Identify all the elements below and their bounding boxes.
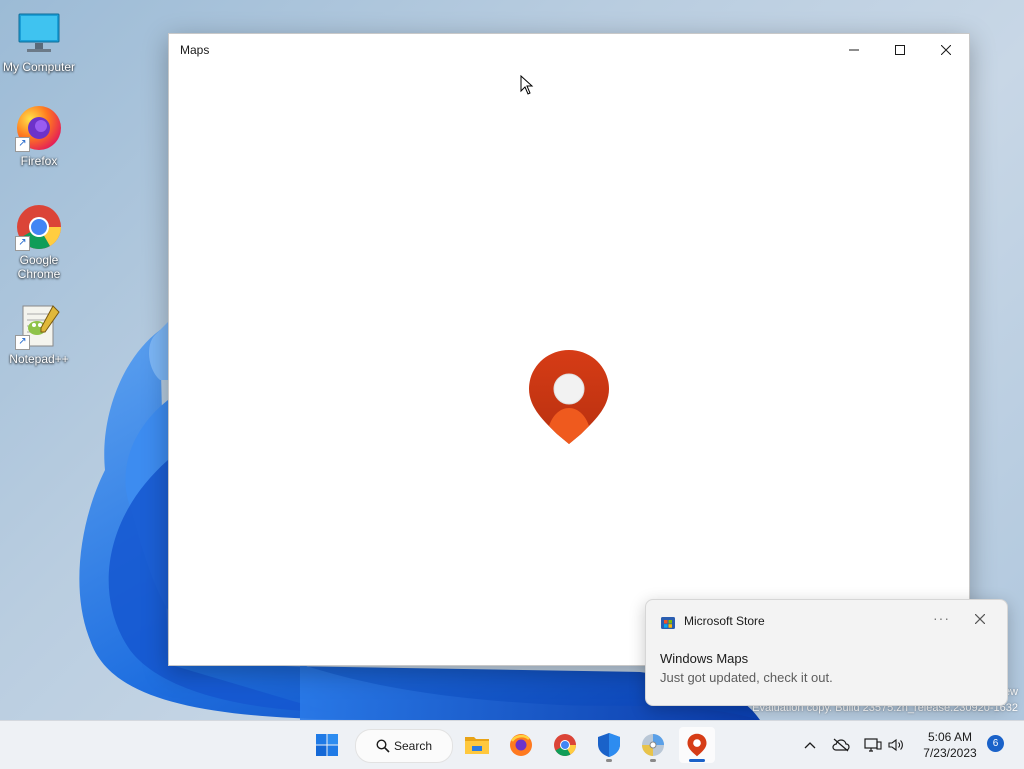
running-indicator — [606, 759, 612, 762]
start-button[interactable] — [309, 727, 345, 763]
windows-logo-icon — [316, 734, 338, 756]
notification-app-name: Microsoft Store — [684, 614, 765, 628]
taskbar: Search 5:06 AM 7/23/2023 — [0, 720, 1024, 769]
desktop-icon-my-computer[interactable]: My Computer — [0, 10, 78, 74]
minimize-button[interactable] — [831, 34, 877, 66]
desktop-icon-label: Notepad++ — [9, 352, 69, 366]
disc-icon — [642, 734, 664, 756]
map-pin-icon — [529, 350, 609, 444]
clock-date: 7/23/2023 — [923, 746, 977, 760]
search-label: Search — [394, 739, 433, 753]
shortcut-arrow-icon: ↗ — [15, 236, 30, 251]
taskbar-maps[interactable] — [679, 727, 715, 763]
search-box[interactable]: Search — [355, 729, 453, 763]
clock-time: 5:06 AM — [927, 730, 973, 744]
volume-button[interactable] — [886, 721, 906, 769]
title-bar[interactable]: Maps — [169, 34, 969, 66]
taskbar-file-explorer[interactable] — [459, 727, 495, 763]
cloud-offline-icon — [832, 738, 850, 752]
shortcut-arrow-icon: ↗ — [15, 137, 30, 152]
desktop-icon-google-chrome[interactable]: ↗ Google Chrome — [0, 203, 78, 281]
chrome-icon: ↗ — [15, 203, 63, 251]
minimize-icon — [849, 49, 859, 51]
active-indicator — [689, 759, 705, 762]
more-options-button[interactable]: ··· — [933, 610, 950, 626]
mouse-cursor-icon — [520, 75, 534, 95]
taskbar-firefox[interactable] — [503, 727, 539, 763]
desktop-icon-label: Firefox — [20, 154, 58, 168]
desktop-icon-label: Google Chrome — [17, 253, 61, 281]
search-icon — [376, 739, 390, 753]
monitor-icon — [864, 738, 882, 752]
desktop-icon-firefox[interactable]: ↗ Firefox — [0, 104, 78, 168]
notification-toast[interactable]: Microsoft Store ··· Windows Maps Just go… — [645, 599, 1008, 706]
notification-body: Just got updated, check it out. — [660, 670, 833, 685]
close-icon — [941, 45, 951, 55]
clock[interactable]: 5:06 AM 7/23/2023 — [912, 729, 988, 761]
notification-headline: Windows Maps — [660, 651, 749, 666]
maps-window[interactable]: Maps — [168, 33, 970, 666]
splash-screen — [169, 66, 969, 665]
taskbar-chrome[interactable] — [547, 727, 583, 763]
window-title: Maps — [180, 43, 210, 57]
maximize-button[interactable] — [877, 34, 923, 66]
close-button[interactable] — [923, 34, 969, 66]
chrome-icon — [554, 734, 576, 756]
running-indicator — [650, 759, 656, 762]
shield-icon — [598, 733, 620, 757]
notepad-plus-plus-icon: ↗ — [15, 302, 63, 350]
monitor-icon — [15, 10, 63, 58]
folder-icon — [465, 737, 489, 754]
notification-count-badge[interactable]: 6 — [987, 735, 1004, 752]
speaker-icon — [888, 738, 903, 752]
firefox-icon — [510, 734, 532, 756]
display-button[interactable] — [862, 721, 884, 769]
shortcut-arrow-icon: ↗ — [15, 335, 30, 350]
desktop-icon-notepad-plus-plus[interactable]: ↗ Notepad++ — [0, 302, 78, 366]
maximize-icon — [895, 45, 905, 55]
network-status[interactable] — [830, 721, 852, 769]
taskbar-windows-security[interactable] — [591, 727, 627, 763]
microsoft-store-icon — [661, 617, 675, 629]
firefox-icon: ↗ — [15, 104, 63, 152]
chevron-up-icon — [804, 742, 816, 749]
desktop-icon-label: My Computer — [2, 60, 76, 74]
map-pin-icon — [687, 733, 707, 757]
taskbar-media-player[interactable] — [635, 727, 671, 763]
close-icon[interactable] — [975, 614, 985, 624]
show-hidden-icons-button[interactable] — [800, 721, 820, 769]
